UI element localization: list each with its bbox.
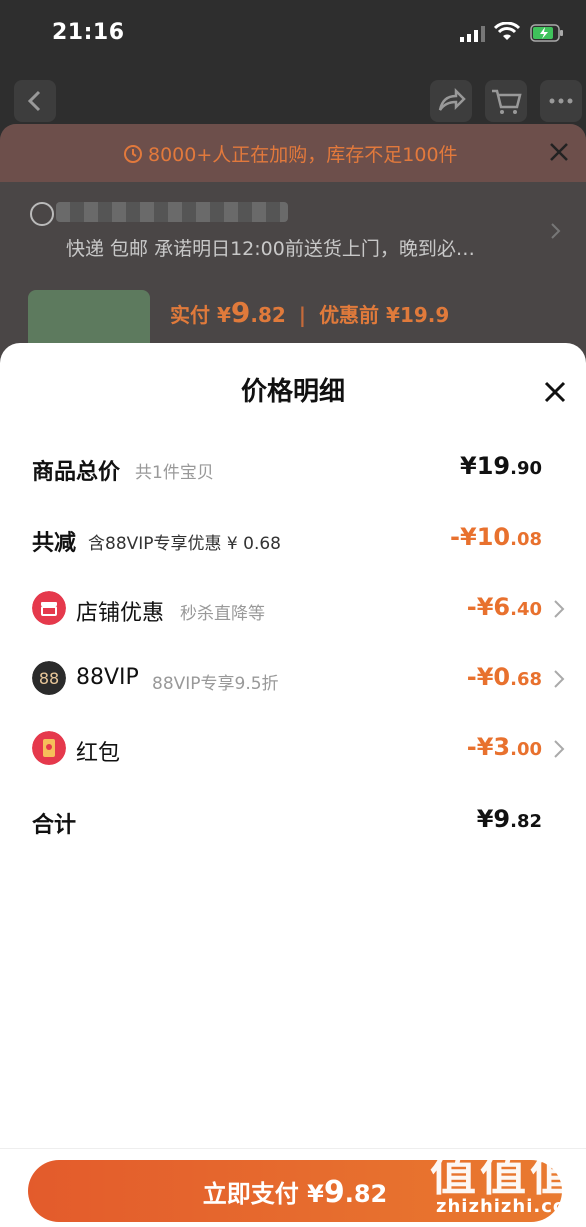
sheet-title: 价格明细 <box>240 377 345 407</box>
svg-text:88: 88 <box>39 669 59 688</box>
row-amount: -¥6.40 <box>467 593 542 621</box>
row-red-packet[interactable]: 红包 -¥3.00 <box>0 719 586 779</box>
row-sub: 88VIP专享9.5折 <box>152 674 279 694</box>
delivery-row[interactable]: 快递 包邮 承诺明日12:00前送货上门，晚到必… <box>0 182 586 282</box>
chevron-right-icon <box>551 223 561 239</box>
chevron-right-icon <box>554 740 565 758</box>
row-label: 合计 <box>32 813 77 838</box>
watermark-logo: 值值值 <box>430 1147 580 1201</box>
product-price: 实付 ¥9.82 | 优惠前 ¥19.9 <box>170 296 450 329</box>
row-amount: -¥10.08 <box>450 523 542 551</box>
blurred-address <box>56 202 288 222</box>
red-packet-icon <box>32 731 66 765</box>
row-amount: ¥9.82 <box>477 805 542 833</box>
alarm-clock-icon <box>124 145 142 163</box>
price-before: 优惠前 ¥19.9 <box>319 303 450 327</box>
row-label: 共减 <box>32 531 77 556</box>
chevron-right-icon <box>554 600 565 618</box>
pay-amount-dec: .82 <box>344 1180 388 1208</box>
row-shop-discount[interactable]: 店铺优惠 秒杀直降等 -¥6.40 <box>0 579 586 639</box>
watermark-url: zhizhizhi.com <box>436 1196 586 1217</box>
close-icon[interactable] <box>545 138 573 166</box>
row-sub: 含88VIP专享优惠 ¥ 0.68 <box>88 534 282 554</box>
price-detail-sheet: 价格明细 商品总价 共1件宝贝 ¥19.90 共减 含88VIP专享优惠 ¥ 0… <box>0 343 586 1227</box>
row-amount: -¥0.68 <box>467 663 542 691</box>
stock-notice-bar: 8000+人正在加购，库存不足100件 <box>0 124 586 182</box>
row-amount: ¥19.90 <box>460 452 542 480</box>
cart-button[interactable] <box>485 80 527 122</box>
vip-88-icon: 88 <box>32 661 66 695</box>
status-bar: 21:16 <box>0 0 586 70</box>
amount-dec: .08 <box>510 529 542 550</box>
pay-amount-int: 9 <box>323 1175 345 1210</box>
amount-int: -¥6 <box>466 593 511 621</box>
amount-dec: .00 <box>510 739 542 760</box>
battery-charging-icon <box>530 24 563 42</box>
amount-dec: .82 <box>510 811 542 832</box>
status-time: 21:16 <box>52 20 125 45</box>
shop-icon <box>32 591 66 625</box>
price-dec: .82 <box>250 303 286 327</box>
share-icon <box>438 87 466 111</box>
stock-notice-text: 8000+人正在加购，库存不足100件 <box>148 144 458 166</box>
location-icon <box>30 202 54 226</box>
amount-int: -¥0 <box>466 663 511 691</box>
amount-int: ¥9 <box>476 805 511 833</box>
row-total-discount: 共减 含88VIP专享优惠 ¥ 0.68 -¥10.08 <box>0 509 586 569</box>
cart-icon <box>492 89 522 114</box>
amount-dec: .90 <box>510 458 542 479</box>
row-sub: 共1件宝贝 <box>135 463 214 483</box>
row-label: 商品总价 <box>32 460 121 485</box>
amount-dec: .40 <box>510 599 542 620</box>
row-label: 88VIP <box>76 665 139 690</box>
close-icon[interactable] <box>540 377 570 407</box>
price-label: 实付 ¥ <box>170 303 231 327</box>
amount-int: ¥19 <box>460 452 511 480</box>
row-amount: -¥3.00 <box>467 733 542 761</box>
row-label: 红包 <box>76 741 121 766</box>
order-panel-behind: 8000+人正在加购，库存不足100件 快递 包邮 承诺明日12:00前送货上门… <box>0 124 586 364</box>
row-sum: 合计 ¥9.82 <box>0 791 586 851</box>
more-button[interactable] <box>540 80 582 122</box>
chevron-right-icon <box>554 670 565 688</box>
back-button[interactable] <box>14 80 56 122</box>
wifi-icon <box>494 22 520 40</box>
more-dots-icon <box>549 98 573 104</box>
amount-int: -¥10 <box>450 523 511 551</box>
cellular-signal-icon <box>460 26 485 42</box>
share-button[interactable] <box>430 80 472 122</box>
row-label: 店铺优惠 <box>76 601 165 626</box>
amount-int: -¥3 <box>466 733 511 761</box>
pay-label: 立即支付 ¥ <box>202 1180 324 1208</box>
row-88vip[interactable]: 88 88VIP 88VIP专享9.5折 -¥0.68 <box>0 649 586 709</box>
row-total-price: 商品总价 共1件宝贝 ¥19.90 <box>0 438 586 498</box>
watermark: 值值值 zhizhizhi.com <box>430 1138 585 1226</box>
amount-dec: .68 <box>510 669 542 690</box>
delivery-text: 快递 包邮 承诺明日12:00前送货上门，晚到必… <box>66 238 475 260</box>
chevron-left-icon <box>27 90 41 112</box>
price-int: 9 <box>230 296 251 329</box>
row-sub: 秒杀直降等 <box>180 604 265 624</box>
